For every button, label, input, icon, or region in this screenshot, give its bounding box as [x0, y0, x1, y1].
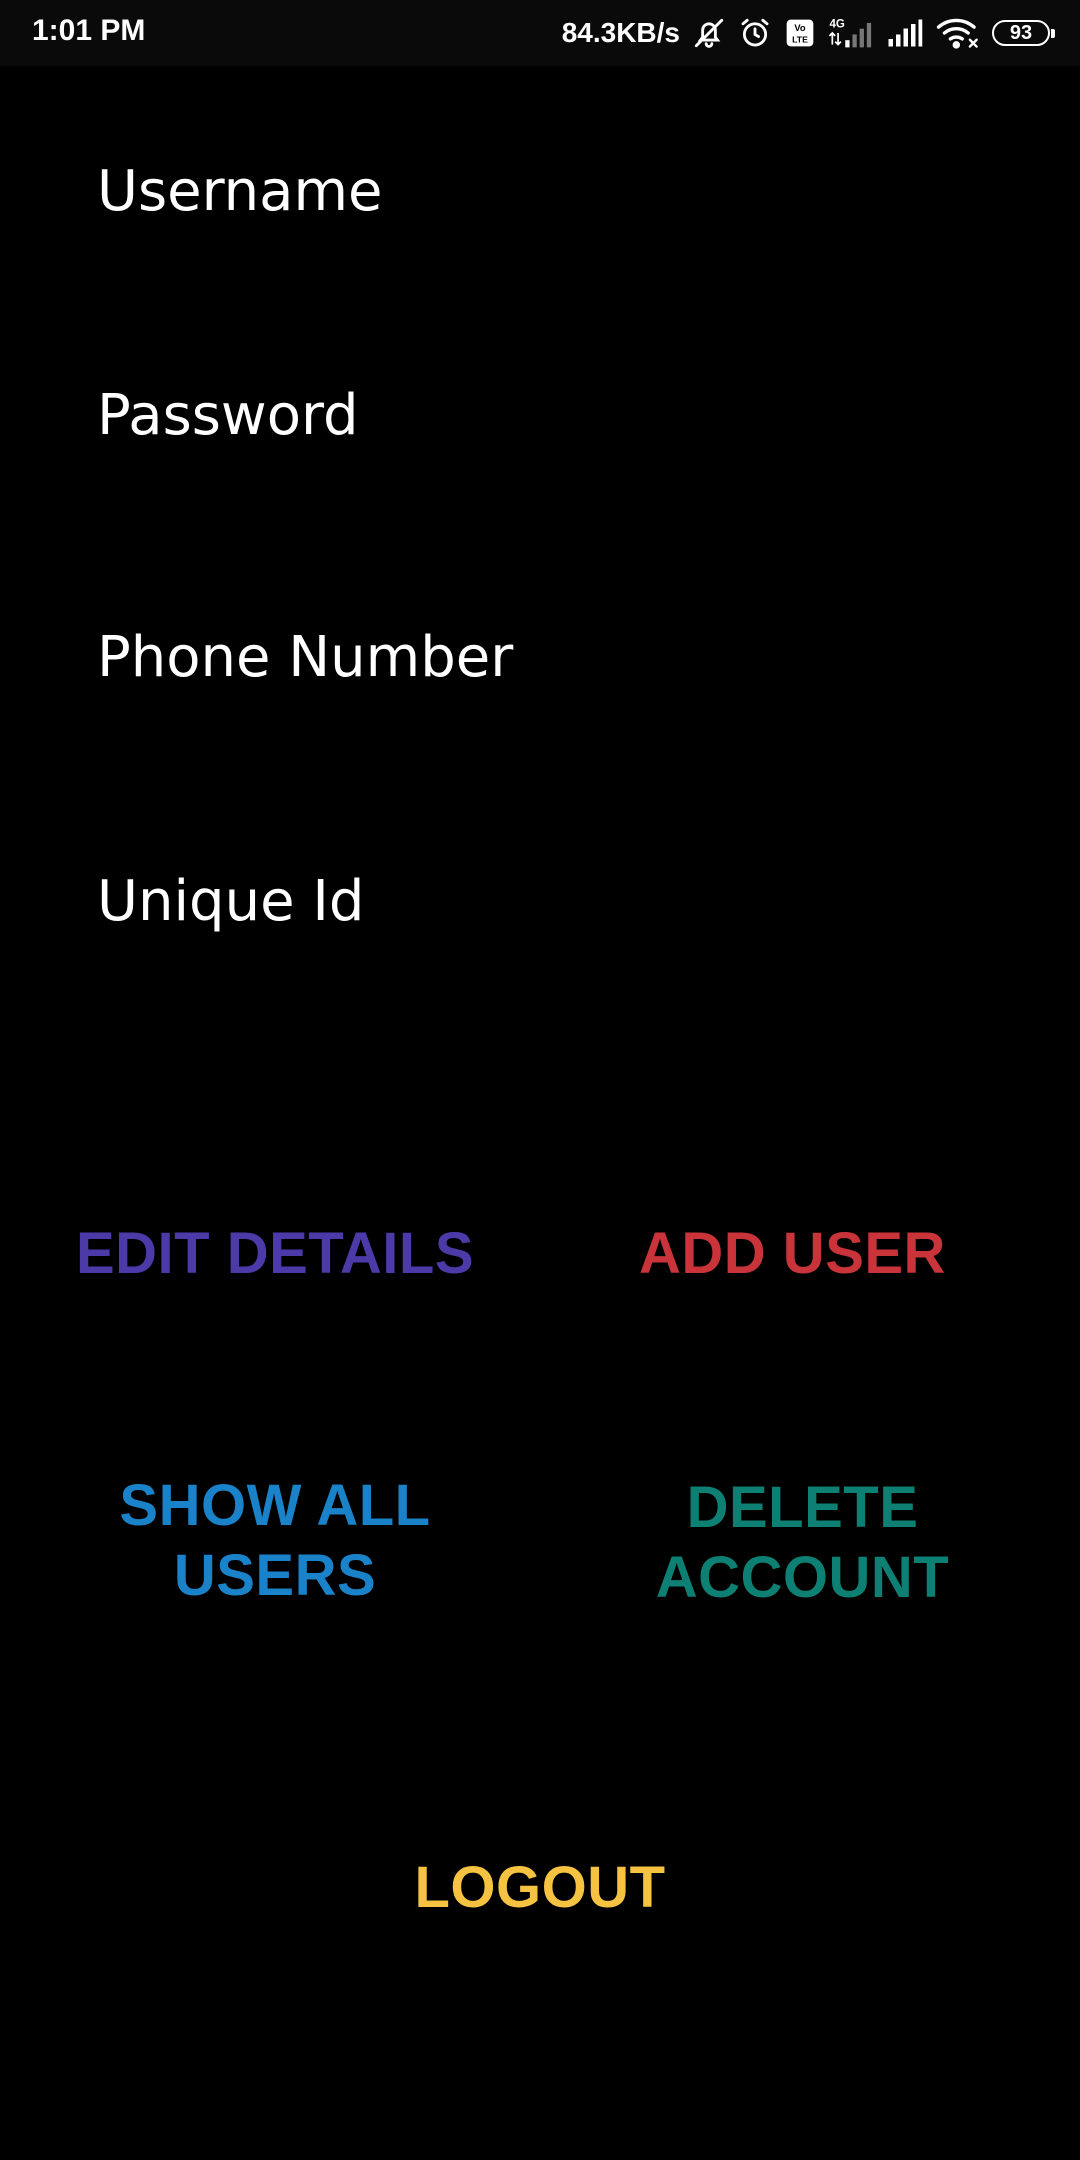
edit-details-button[interactable]: EDIT DETAILS [60, 1218, 490, 1290]
add-user-button[interactable]: ADD USER [600, 1218, 985, 1290]
bell-off-icon [692, 16, 726, 50]
delete-account-line1: DELETE [686, 1475, 919, 1540]
wifi-icon [936, 16, 980, 50]
svg-text:LTE: LTE [792, 34, 808, 44]
alarm-icon [738, 16, 772, 50]
unique-id-label[interactable]: Unique Id [97, 874, 364, 930]
username-label[interactable]: Username [97, 164, 382, 220]
battery-level: 93 [1009, 21, 1033, 44]
show-all-users-button[interactable]: SHOW ALL USERS [95, 1470, 455, 1612]
status-time: 1:01 PM [32, 14, 146, 47]
battery-tip [1051, 29, 1055, 38]
show-all-users-line1: SHOW ALL [119, 1473, 431, 1538]
svg-text:4G: 4G [829, 18, 844, 30]
status-icons: 84.3KB/s Vo LTE 4G 93 [561, 12, 1055, 54]
delete-account-button[interactable]: DELETE ACCOUNT [640, 1472, 965, 1614]
password-label[interactable]: Password [97, 388, 359, 444]
delete-account-line2: ACCOUNT [655, 1545, 950, 1610]
volte-icon: Vo LTE [784, 17, 816, 49]
signal-icon [886, 18, 924, 48]
show-all-users-line2: USERS [173, 1543, 377, 1608]
battery-icon: 93 [992, 20, 1055, 46]
svg-text:Vo: Vo [794, 23, 806, 33]
logout-button[interactable]: LOGOUT [380, 1852, 700, 1924]
4g-signal-icon: 4G [828, 15, 874, 51]
status-bar: 1:01 PM 84.3KB/s Vo LTE 4G 93 [0, 0, 1080, 66]
network-speed: 84.3KB/s [561, 17, 680, 48]
phone-number-label[interactable]: Phone Number [97, 630, 513, 686]
